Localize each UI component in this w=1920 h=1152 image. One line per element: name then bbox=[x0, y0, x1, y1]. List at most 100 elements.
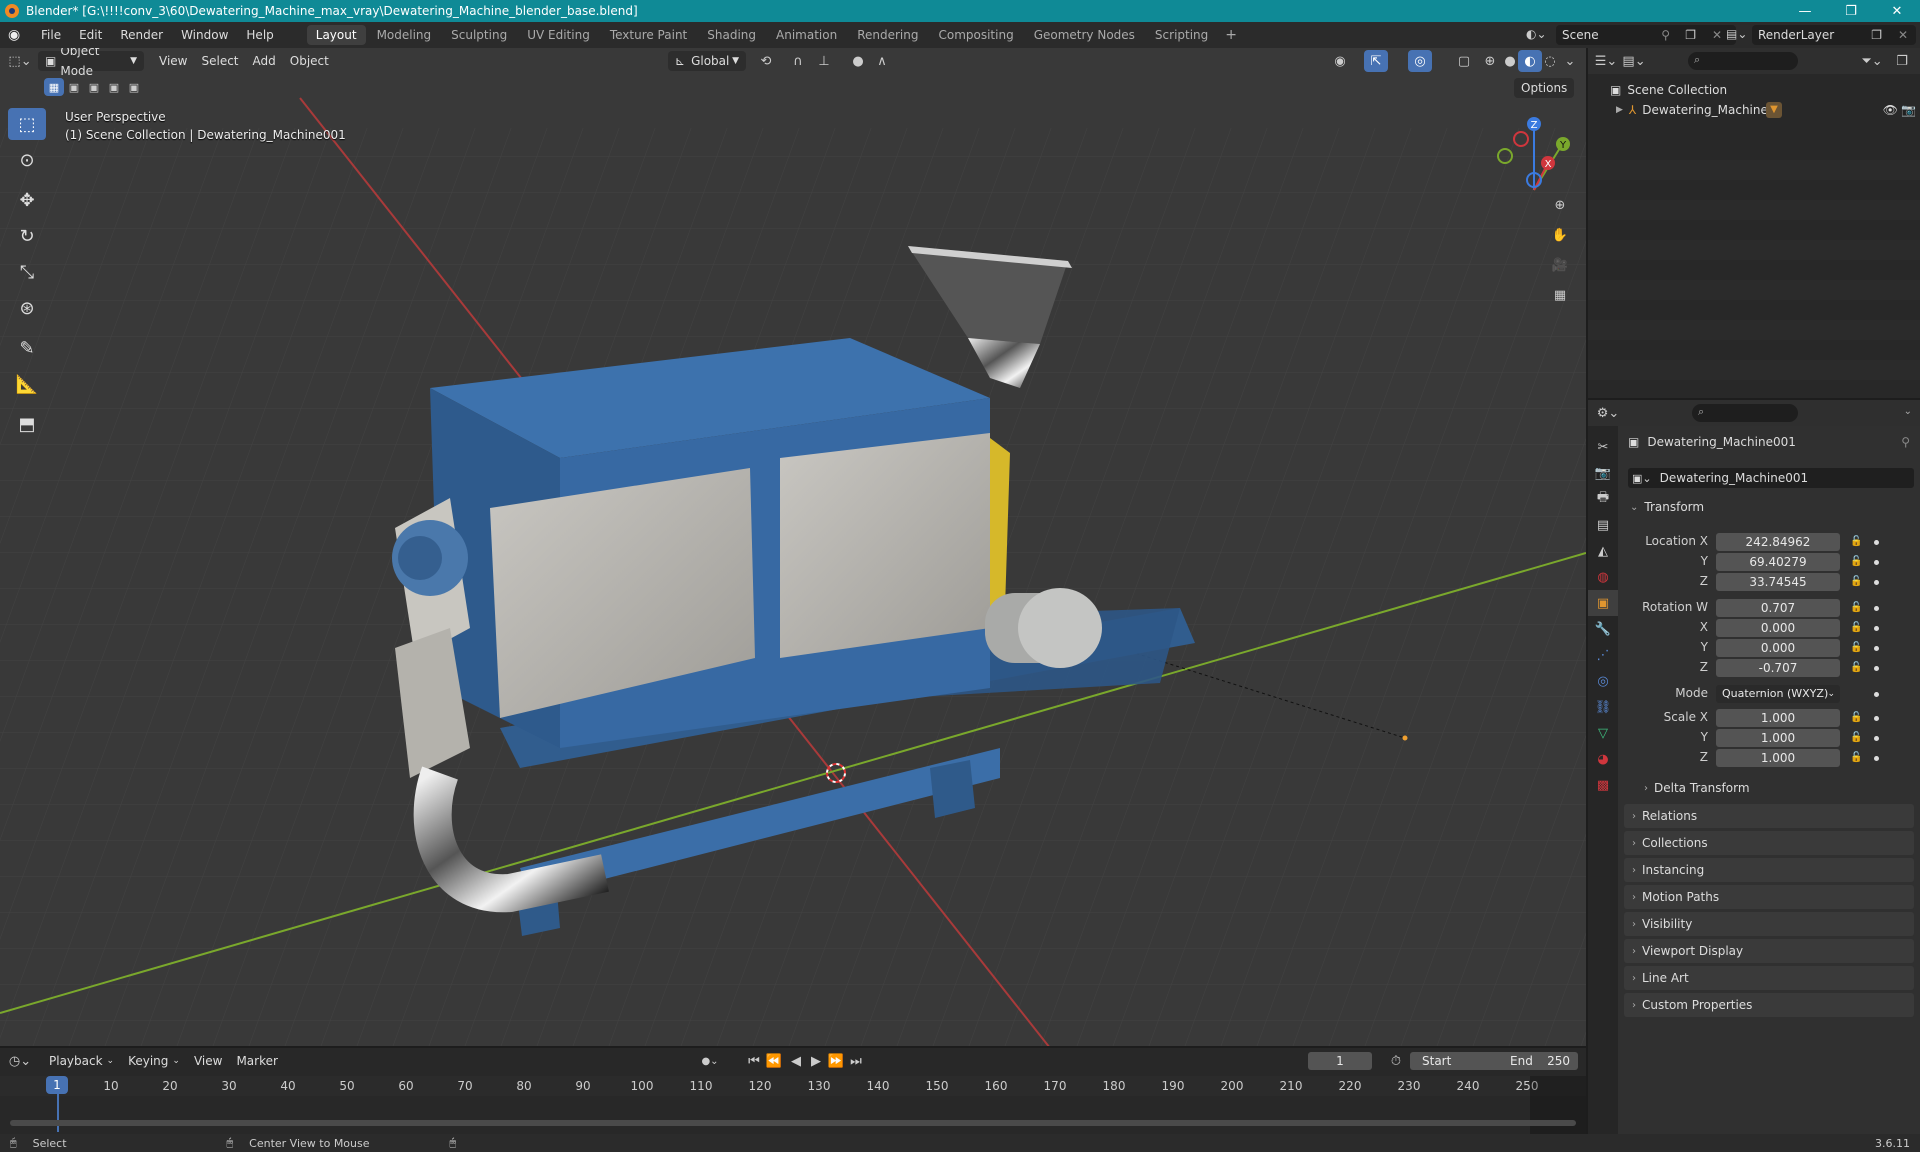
menu-render[interactable]: Render bbox=[111, 22, 172, 48]
scene-type-icon[interactable]: ◐⌄ bbox=[1526, 27, 1547, 41]
delete-scene-icon[interactable]: ✕ bbox=[1712, 28, 1722, 42]
select-box-tool-icon[interactable]: ⬚ bbox=[8, 108, 46, 140]
menu-file[interactable]: File bbox=[32, 22, 70, 48]
datablock-browse-icon[interactable]: ▣⌄ bbox=[1632, 472, 1652, 485]
select-intersect-icon[interactable]: ▣ bbox=[124, 78, 144, 96]
close-button[interactable]: ✕ bbox=[1874, 0, 1920, 22]
delta-transform-panel[interactable]: › Delta Transform bbox=[1624, 776, 1914, 800]
motion-paths-panel[interactable]: › Motion Paths bbox=[1624, 885, 1914, 909]
overlay-toggle-icon[interactable]: ◎ bbox=[1408, 50, 1432, 72]
chevron-down-icon[interactable]: ⌄ bbox=[1904, 406, 1912, 417]
end-frame-field[interactable]: End 250 bbox=[1498, 1052, 1578, 1070]
transform-panel-header[interactable]: ⌄ Transform bbox=[1624, 496, 1914, 518]
select-new-icon[interactable]: ▦ bbox=[44, 78, 64, 96]
move-tool-icon[interactable]: ✥ bbox=[8, 184, 46, 216]
snap-target-icon[interactable]: ⊥ bbox=[812, 50, 836, 72]
scale-y-field[interactable]: 1.000 bbox=[1716, 729, 1840, 747]
new-view-layer-icon[interactable]: ❐ bbox=[1871, 28, 1882, 42]
shading-options-icon[interactable]: ⌄ bbox=[1558, 50, 1582, 72]
tree-row-dewatering-machine[interactable]: ▶ ⅄ Dewatering_Machine ▼ 👁 📷 bbox=[1588, 100, 1920, 120]
keyframe-dot[interactable] bbox=[1874, 606, 1879, 611]
record-icon[interactable]: ●⌄ bbox=[698, 1050, 722, 1072]
tab-shading[interactable]: Shading bbox=[698, 25, 765, 45]
lock-icon[interactable]: 🔓 bbox=[1850, 712, 1862, 723]
timeline-scrollbar[interactable] bbox=[10, 1120, 1576, 1126]
maximize-button[interactable]: ❐ bbox=[1828, 0, 1874, 22]
timeline-editor-type-icon[interactable]: ◷⌄ bbox=[8, 1050, 32, 1072]
pin-icon[interactable]: ⚲ bbox=[1901, 435, 1910, 449]
keyframe-dot[interactable] bbox=[1874, 540, 1879, 545]
tab-layout[interactable]: Layout bbox=[306, 25, 366, 45]
menu-select[interactable]: Select bbox=[194, 51, 245, 71]
lock-icon[interactable]: 🔓 bbox=[1850, 536, 1862, 547]
options-button[interactable]: Options bbox=[1514, 78, 1575, 98]
camera-view-icon[interactable]: 🎥 bbox=[1548, 254, 1572, 276]
pin-icon[interactable]: ⚲ bbox=[1661, 28, 1670, 42]
add-cube-tool-icon[interactable]: ⬒ bbox=[8, 408, 46, 440]
rotation-w-field[interactable]: 0.707 bbox=[1716, 599, 1840, 617]
visibility-icon[interactable]: ◉ bbox=[1328, 50, 1352, 72]
output-tab-icon[interactable]: 🖶 bbox=[1588, 486, 1618, 512]
rotate-tool-icon[interactable]: ↻ bbox=[8, 220, 46, 252]
location-x-field[interactable]: 242.84962 bbox=[1716, 533, 1840, 551]
keyframe-dot[interactable] bbox=[1874, 580, 1879, 585]
object-datablock-field[interactable]: ▣⌄ Dewatering_Machine001 bbox=[1628, 468, 1914, 488]
scale-z-field[interactable]: 1.000 bbox=[1716, 749, 1840, 767]
view-layer-selector[interactable]: RenderLayer ❐ ✕ bbox=[1752, 25, 1916, 45]
expand-arrow-icon[interactable]: ▶ bbox=[1616, 105, 1623, 115]
menu-object[interactable]: Object bbox=[283, 51, 336, 71]
eye-icon[interactable]: 👁 bbox=[1883, 103, 1898, 117]
cursor-tool-icon[interactable]: ⊙ bbox=[8, 144, 46, 176]
lock-icon[interactable]: 🔓 bbox=[1850, 576, 1862, 587]
pivot-point-icon[interactable]: ⟲ bbox=[754, 50, 778, 72]
proportional-edit-icon[interactable]: ● bbox=[846, 50, 870, 72]
world-tab-icon[interactable]: ◍ bbox=[1588, 564, 1618, 590]
jump-end-icon[interactable]: ⏭ bbox=[844, 1050, 868, 1072]
tab-uv-editing[interactable]: UV Editing bbox=[518, 25, 599, 45]
keyframe-dot[interactable] bbox=[1874, 716, 1879, 721]
render-tab-icon[interactable]: 📷 bbox=[1588, 460, 1618, 486]
view-layer-tab-icon[interactable]: ▤ bbox=[1588, 512, 1618, 538]
tool-tab-icon[interactable]: ✂ bbox=[1588, 434, 1618, 460]
modifier-badge-icon[interactable]: ▼ bbox=[1766, 102, 1782, 118]
scale-x-field[interactable]: 1.000 bbox=[1716, 709, 1840, 727]
object-tab-icon[interactable]: ▣ bbox=[1588, 590, 1618, 616]
keyframe-dot[interactable] bbox=[1874, 736, 1879, 741]
material-tab-icon[interactable]: ◕ bbox=[1588, 746, 1618, 772]
zoom-icon[interactable]: ⊕ bbox=[1548, 194, 1572, 216]
3d-viewport[interactable]: Z Y X ⬚⌄ ▣ Object Mode ▼ View Select Add… bbox=[0, 48, 1586, 1046]
menu-help[interactable]: Help bbox=[237, 22, 282, 48]
menu-view[interactable]: View bbox=[152, 51, 194, 71]
keyframe-dot[interactable] bbox=[1874, 692, 1879, 697]
tree-row-scene-collection[interactable]: ▣ Scene Collection bbox=[1588, 80, 1920, 100]
menu-window[interactable]: Window bbox=[172, 22, 237, 48]
tab-texture-paint[interactable]: Texture Paint bbox=[601, 25, 696, 45]
snap-icon[interactable]: ∩ bbox=[786, 50, 810, 72]
stopwatch-icon[interactable]: ⏱ bbox=[1384, 1050, 1408, 1072]
delete-view-layer-icon[interactable]: ✕ bbox=[1898, 28, 1908, 42]
custom-properties-panel[interactable]: › Custom Properties bbox=[1624, 993, 1914, 1017]
keyframe-dot[interactable] bbox=[1874, 646, 1879, 651]
scale-tool-icon[interactable]: ⤡ bbox=[8, 256, 46, 288]
lock-icon[interactable]: 🔓 bbox=[1850, 602, 1862, 613]
perspective-toggle-icon[interactable]: ▦ bbox=[1548, 284, 1572, 306]
select-subtract-icon[interactable]: ▣ bbox=[84, 78, 104, 96]
tab-compositing[interactable]: Compositing bbox=[929, 25, 1022, 45]
timeline-ruler[interactable]: 10 20 30 40 50 60 70 80 90 100 110 120 1… bbox=[0, 1076, 1586, 1134]
transform-tool-icon[interactable]: ⊛ bbox=[8, 292, 46, 324]
particles-tab-icon[interactable]: ⋰ bbox=[1588, 642, 1618, 668]
rotation-y-field[interactable]: 0.000 bbox=[1716, 639, 1840, 657]
instancing-panel[interactable]: › Instancing bbox=[1624, 858, 1914, 882]
xray-icon[interactable]: ▢ bbox=[1452, 50, 1476, 72]
location-z-field[interactable]: 33.74545 bbox=[1716, 573, 1840, 591]
lock-icon[interactable]: 🔓 bbox=[1850, 732, 1862, 743]
menu-playback[interactable]: Playback ⌄ bbox=[42, 1051, 121, 1071]
keyframe-dot[interactable] bbox=[1874, 626, 1879, 631]
tab-geometry-nodes[interactable]: Geometry Nodes bbox=[1025, 25, 1144, 45]
modifier-tab-icon[interactable]: 🔧 bbox=[1588, 616, 1618, 642]
editor-type-icon[interactable]: ⬚⌄ bbox=[8, 50, 32, 72]
tab-scripting[interactable]: Scripting bbox=[1146, 25, 1217, 45]
rotation-mode-dropdown[interactable]: Quaternion (WXYZ) ⌄ bbox=[1716, 685, 1840, 703]
lock-icon[interactable]: 🔓 bbox=[1850, 662, 1862, 673]
scene-selector[interactable]: Scene ⚲ ❐ ✕ bbox=[1556, 25, 1736, 45]
